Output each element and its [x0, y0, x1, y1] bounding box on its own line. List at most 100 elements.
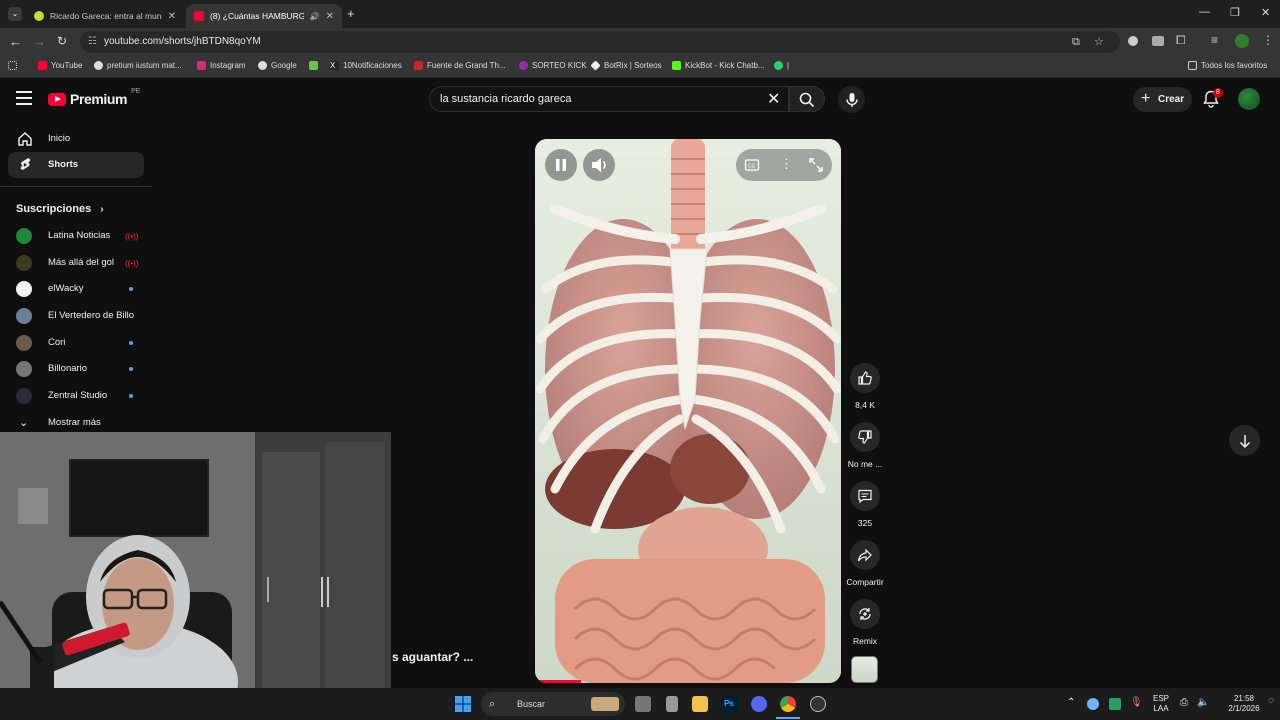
fullscreen-icon[interactable] — [808, 157, 824, 173]
like-count: 8,4 K — [855, 400, 875, 410]
app-icon[interactable] — [810, 696, 826, 712]
forward-icon[interactable]: → — [33, 34, 46, 49]
photoshop-icon[interactable]: Ps — [721, 696, 737, 712]
reload-icon[interactable]: ↻ — [57, 34, 67, 48]
back-icon[interactable]: ← — [9, 34, 22, 49]
cloud-icon[interactable] — [1087, 698, 1099, 710]
bookmark-youtube[interactable]: YouTube — [38, 61, 82, 70]
bookmark-google[interactable]: Google — [258, 61, 297, 70]
minimize-icon[interactable]: — — [1199, 6, 1210, 18]
subscriptions-heading[interactable]: Suscripciones › — [16, 203, 104, 215]
tab-ricardo-gareca[interactable]: Ricardo Gareca: entra al mundo ✕ — [26, 4, 184, 28]
voice-search-button[interactable] — [838, 86, 865, 113]
media-control-icon[interactable]: ≡ — [1211, 33, 1218, 47]
bookmark-instagram[interactable]: Instagram — [197, 61, 246, 70]
subscription-cori[interactable]: Cori — [16, 335, 146, 355]
tab-title: Ricardo Gareca: entra al mundo — [50, 11, 162, 21]
subscription-billonario[interactable]: Billonario — [16, 361, 146, 381]
browser-menu-icon[interactable]: ⋮ — [1262, 33, 1274, 47]
google-icon — [258, 61, 267, 70]
volume-button[interactable] — [583, 149, 615, 181]
taskbar-search-input[interactable]: ⌕ Buscar — [481, 692, 625, 716]
share-button[interactable]: Compartir — [844, 540, 886, 587]
short-video-player[interactable]: CC ⋮ — [535, 139, 841, 683]
remix-button[interactable]: Remix — [844, 599, 886, 646]
bookmark-pinwheel[interactable] — [309, 61, 318, 70]
captions-icon[interactable]: CC — [744, 157, 760, 173]
more-options-icon[interactable]: ⋮ — [780, 156, 793, 172]
create-button[interactable]: + Crear — [1133, 87, 1192, 112]
address-toolbar: ← → ↻ ☷ youtube.com/shorts/jhBTDN8qoYM ⧉… — [0, 28, 1280, 56]
windows-start-icon[interactable] — [455, 696, 471, 712]
install-app-icon[interactable]: ⧉ — [1072, 31, 1080, 53]
thumbs-up-icon — [858, 371, 872, 385]
sound-thumbnail[interactable] — [851, 656, 878, 683]
comments-button[interactable]: 325 — [844, 481, 886, 528]
bookmark-star-icon[interactable]: ☆ — [1094, 31, 1104, 53]
maximize-icon[interactable]: ❐ — [1230, 6, 1240, 19]
new-content-dot — [129, 341, 133, 345]
discord-icon[interactable] — [751, 696, 767, 712]
bookmark-pretium[interactable]: pretium iustum mat... — [94, 61, 182, 70]
all-favorites-folder[interactable]: Todos los favoritos — [1188, 61, 1267, 70]
bookmark-kickbot[interactable]: KickBot - Kick Chatb... — [672, 61, 765, 70]
tray-app-icon[interactable] — [1109, 698, 1121, 710]
apps-grid-icon[interactable] — [8, 61, 17, 70]
app-icon[interactable] — [666, 696, 678, 712]
close-tab-icon[interactable]: ✕ — [326, 11, 334, 22]
close-window-icon[interactable]: ✕ — [1261, 6, 1270, 19]
volume-icon[interactable]: 🔈 — [1197, 698, 1209, 708]
like-button[interactable]: 8,4 K — [844, 363, 886, 410]
sidebar-item-shorts[interactable]: Shorts — [8, 152, 144, 178]
short-title: s aguantar? ... — [392, 650, 474, 664]
extension-icon[interactable] — [1128, 36, 1138, 46]
pause-button[interactable] — [545, 149, 577, 181]
profile-avatar[interactable] — [1235, 34, 1249, 48]
subscription-el-vertedero-de-billo[interactable]: El Vertedero de Billo — [16, 308, 146, 328]
dislike-button[interactable]: No me ... — [844, 422, 886, 469]
show-hidden-icons-icon[interactable]: ⌃ — [1067, 698, 1075, 708]
url-input[interactable]: ☷ youtube.com/shorts/jhBTDN8qoYM ⧉ ☆ — [80, 31, 1120, 53]
microphone-icon[interactable]: 🎙 — [1130, 698, 1143, 708]
account-avatar[interactable] — [1238, 88, 1260, 110]
whatsapp-icon — [774, 61, 783, 70]
language-indicator[interactable]: ESP LAA — [1152, 694, 1170, 714]
extension-icon[interactable] — [1152, 36, 1164, 46]
close-tab-icon[interactable]: ✕ — [168, 11, 176, 22]
search-icon — [799, 92, 815, 108]
channel-avatar — [16, 335, 32, 351]
extensions-puzzle-icon[interactable]: ⧠ — [1176, 33, 1186, 48]
bookmark-sorteo-kick[interactable]: SORTEO KICK — [519, 61, 587, 70]
file-explorer-icon[interactable] — [692, 696, 708, 712]
bookmark-whatsapp[interactable]: | — [774, 61, 789, 70]
subscription-elwacky[interactable]: elWacky — [16, 281, 146, 301]
live-icon: ((•)) — [125, 232, 139, 241]
bookmark-grand-theft[interactable]: Fuente de Grand Th... — [414, 61, 506, 70]
network-icon[interactable]: ⎙ — [1180, 698, 1188, 708]
sidebar-item-inicio[interactable]: Inicio — [8, 126, 144, 152]
notifications-icon[interactable]: ◌ — [1268, 696, 1274, 706]
hamburger-menu-icon[interactable] — [16, 91, 32, 105]
google-icon — [94, 61, 103, 70]
speaker-icon[interactable]: 🔊 — [310, 12, 320, 21]
new-tab-button[interactable]: + — [347, 6, 355, 21]
task-view-icon[interactable] — [635, 696, 651, 712]
search-input[interactable]: la sustancia ricardo gareca — [429, 86, 789, 112]
bookmark-10notificaciones[interactable]: X 10Notificaciones — [330, 61, 402, 70]
tab-search-icon[interactable]: ⌄ — [8, 7, 22, 21]
playback-progress-bar[interactable] — [535, 680, 581, 683]
youtube-premium-logo[interactable]: Premium PE — [48, 88, 140, 107]
bookmark-botrix[interactable]: BotRix | Sorteos — [590, 60, 662, 71]
clear-search-icon[interactable]: ✕ — [767, 89, 780, 109]
x-icon: X — [330, 61, 339, 70]
tab-hamburguesas[interactable]: (8) ¿Cuántas HAMBURGUESAS 🔊 ✕ — [186, 4, 342, 28]
anatomy-video-frame — [535, 139, 841, 683]
subscription-zentral-studio[interactable]: Zentral Studio — [16, 388, 146, 408]
search-button[interactable] — [789, 86, 825, 112]
site-info-icon[interactable]: ☷ — [88, 31, 97, 53]
subscription-mas-alla-del-gol[interactable]: Más allá del gol ((•)) — [16, 255, 146, 275]
subscription-latina-noticias[interactable]: Latina Noticias ((•)) — [16, 228, 146, 248]
next-short-button[interactable] — [1229, 425, 1260, 456]
clock[interactable]: 21:58 2/1/2026 — [1224, 694, 1264, 714]
chrome-icon[interactable] — [780, 696, 796, 712]
